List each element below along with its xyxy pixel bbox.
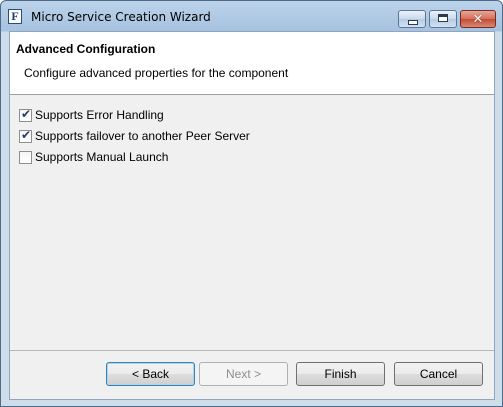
page-title: Advanced Configuration	[16, 42, 156, 56]
wizard-client-area: Advanced Configuration Configure advance…	[9, 31, 495, 400]
checkmark-icon: ✔	[21, 128, 32, 142]
close-icon: ✕	[472, 11, 484, 26]
back-button[interactable]: < Back	[106, 362, 195, 386]
manual-launch-label[interactable]: Supports Manual Launch	[35, 150, 168, 164]
cancel-button[interactable]: Cancel	[394, 362, 483, 386]
maximize-icon	[438, 14, 448, 22]
wizard-window: F Micro Service Creation Wizard ✕ Advanc…	[0, 0, 503, 407]
app-icon: F	[8, 9, 22, 24]
manual-launch-checkbox[interactable]	[19, 151, 32, 164]
error-handling-checkbox[interactable]: ✔	[19, 107, 32, 122]
window-title: Micro Service Creation Wizard	[31, 10, 211, 24]
checkmark-icon: ✔	[21, 107, 32, 121]
close-button[interactable]: ✕	[460, 10, 496, 28]
button-separator	[10, 350, 494, 351]
finish-button[interactable]: Finish	[296, 362, 385, 386]
failover-label[interactable]: Supports failover to another Peer Server	[35, 129, 250, 143]
page-description: Configure advanced properties for the co…	[24, 66, 289, 80]
minimize-icon	[408, 20, 418, 25]
next-button[interactable]: Next >	[199, 362, 288, 386]
minimize-button[interactable]	[398, 10, 426, 28]
maximize-button[interactable]	[429, 10, 457, 28]
error-handling-label[interactable]: Supports Error Handling	[35, 108, 164, 122]
wizard-header: Advanced Configuration Configure advance…	[10, 32, 494, 95]
failover-checkbox[interactable]: ✔	[19, 128, 32, 143]
title-bar[interactable]: F Micro Service Creation Wizard ✕	[1, 1, 502, 31]
